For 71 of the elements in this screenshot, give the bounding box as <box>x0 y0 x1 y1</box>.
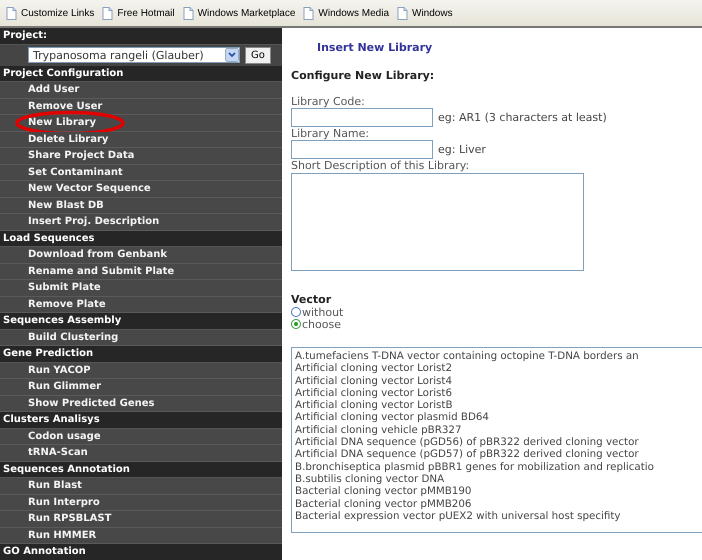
description-field[interactable] <box>291 173 584 271</box>
list-option[interactable]: B.bronchiseptica plasmid pBBR1 genes for mobilization and replicatio <box>295 460 702 473</box>
sidebar-heading: Sequences Assembly <box>0 313 282 330</box>
list-option[interactable]: Artificial cloning vector plasmid BD64 <box>295 411 702 424</box>
sidebar-item[interactable]: New Blast DB <box>0 198 282 214</box>
field-label: Short Description of this Library: <box>291 159 470 172</box>
sidebar-item[interactable]: Show Predicted Genes <box>0 396 282 412</box>
field-label: Library Name: <box>291 127 370 140</box>
sidebar-item[interactable]: Download from Genbank <box>0 247 282 264</box>
field-label: Library Code: <box>291 95 366 108</box>
bookmark-link[interactable]: Windows Marketplace <box>182 6 296 20</box>
list-option[interactable]: Artificial cloning vector Lorist4 <box>295 374 702 387</box>
sidebar-item[interactable]: New Vector Sequence <box>0 181 282 198</box>
sidebar-item[interactable]: Remove Plate <box>0 296 282 313</box>
sidebar-item[interactable]: Run YACOP <box>0 362 282 379</box>
list-option[interactable]: Artificial DNA sequence (pGD57) of pBR322 derived cloning vector <box>295 448 702 461</box>
bookmark-link[interactable]: Windows <box>397 6 453 20</box>
sidebar-item[interactable]: Insert Proj. Description <box>0 214 282 230</box>
sidebar-heading: Load Sequences <box>0 230 282 247</box>
list-option[interactable]: Artificial DNA sequence (pGD56) of pBR322 derived cloning vector <box>295 436 702 448</box>
page-icon <box>182 6 194 20</box>
list-option[interactable]: Artificial cloning vector Lorist6 <box>295 386 702 400</box>
project-select[interactable]: Trypanosoma rangeli (Glauber) <box>28 47 240 63</box>
sidebar-heading: Project: <box>0 28 282 44</box>
sidebar-item[interactable]: Build Clustering <box>0 330 282 346</box>
sidebar-heading: Project Configuration <box>0 66 282 82</box>
list-option[interactable]: Bacterial cloning vector pMMB190 <box>295 485 702 498</box>
list-option[interactable]: Artificial cloning vehicle pBR327 <box>295 424 702 436</box>
go-button[interactable]: Go <box>245 46 271 64</box>
sidebar-item[interactable]: Run Blast <box>0 478 282 494</box>
bookmark-link[interactable]: Free Hotmail <box>102 6 175 20</box>
page-icon <box>397 6 408 20</box>
sidebar-item[interactable]: Add User <box>0 82 282 98</box>
library-name-field[interactable] <box>291 140 433 159</box>
bookmark-link[interactable]: Customize Links <box>6 6 94 20</box>
sidebar-item[interactable]: Run Interpro <box>0 494 282 511</box>
page-title: Insert New Library <box>317 41 434 54</box>
sidebar-item[interactable]: Set Contaminant <box>0 164 282 181</box>
sidebar-item[interactable]: Run Glimmer <box>0 379 282 396</box>
sidebar-heading: GO Annotation <box>0 544 282 560</box>
radio-button[interactable] <box>291 307 301 317</box>
list-option[interactable]: A.tumefaciens T-DNA vector containing octopine T-DNA borders an <box>295 350 702 362</box>
field-hint: eg: AR1 (3 characters at least) <box>438 111 607 124</box>
sidebar-item[interactable]: Submit Plate <box>0 280 282 296</box>
sidebar-heading: Gene Prediction <box>0 346 282 362</box>
list-option[interactable]: Bacterial cloning vector pMMB206 <box>295 498 702 510</box>
sidebar-item[interactable]: Delete Library <box>0 132 282 148</box>
page-icon <box>6 6 17 20</box>
radio-option[interactable]: choose <box>291 318 702 330</box>
sidebar-item[interactable]: Run RPSBLAST <box>0 511 282 528</box>
page-icon <box>303 6 314 20</box>
sidebar-item[interactable]: Rename and Submit Plate <box>0 264 282 280</box>
list-option[interactable]: Artificial cloning vector Lorist2 <box>295 362 702 375</box>
page-icon <box>102 6 114 20</box>
sidebar-item[interactable]: Codon usage <box>0 428 282 445</box>
sidebar-heading: Sequences Annotation <box>0 462 282 478</box>
bookmark-link[interactable]: Windows Media <box>303 6 390 20</box>
vector-listbox[interactable] <box>291 347 702 533</box>
sidebar-item[interactable]: Share Project Data <box>0 148 282 164</box>
radio-button[interactable] <box>291 319 301 329</box>
radio-option[interactable]: without <box>291 306 702 318</box>
section-label: Vector <box>291 293 332 306</box>
sidebar-item[interactable]: tRNA-Scan <box>0 445 282 462</box>
field-hint: eg: Liver <box>438 143 486 156</box>
list-option[interactable]: Bacterial expression vector pUEX2 with universal host specifity <box>295 510 702 522</box>
list-option[interactable]: B.subtilis cloning vector DNA <box>295 472 702 486</box>
form-heading: Configure New Library: <box>291 69 436 82</box>
sidebar-heading: Clusters Analisys <box>0 412 282 428</box>
library-code-field[interactable] <box>291 108 433 127</box>
list-option[interactable]: Artificial cloning vector LoristB <box>295 399 702 412</box>
sidebar-item[interactable]: Run HMMER <box>0 528 282 544</box>
